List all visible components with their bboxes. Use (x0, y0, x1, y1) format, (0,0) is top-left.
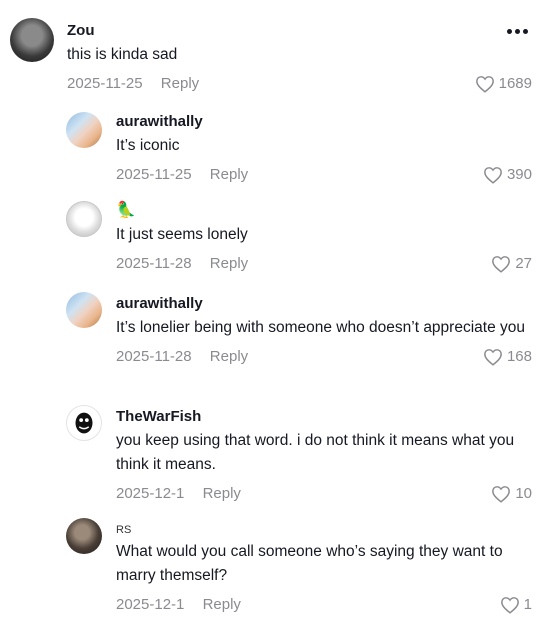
like-count: 10 (515, 485, 532, 502)
like-button[interactable]: 1689 (475, 74, 532, 94)
heart-outline-icon (500, 597, 519, 614)
comment-meta: 2025-11-25 Reply 1689 (67, 74, 532, 94)
avatar[interactable] (10, 18, 54, 62)
reply-button[interactable]: Reply (203, 484, 241, 504)
like-count: 1 (523, 596, 532, 613)
like-count: 168 (506, 348, 532, 365)
like-count: 390 (506, 166, 532, 183)
comment-username[interactable]: TheWarFish (116, 408, 530, 426)
like-button[interactable]: 1 (500, 595, 532, 615)
comment-meta: 2025-11-25 Reply 390 (116, 165, 532, 185)
comment-meta: 2025-11-28 Reply 27 (116, 254, 532, 274)
more-horizontal-icon[interactable] (507, 29, 528, 34)
comment-date: 2025-11-25 (116, 166, 192, 183)
reply-item: aurawithally It’s lonelier being with so… (0, 292, 540, 387)
reply-button[interactable]: Reply (210, 254, 248, 274)
reply-button[interactable]: Reply (210, 347, 248, 367)
comment-text: you keep using that word. i do not think… (116, 432, 515, 473)
comment-date: 2025-11-28 (116, 348, 192, 365)
reply-item: aurawithally It’s iconic 2025-11-25 Repl… (0, 110, 540, 185)
avatar[interactable] (66, 292, 102, 328)
like-button[interactable]: 27 (491, 254, 532, 274)
comment-date: 2025-11-25 (67, 75, 143, 92)
like-count: 27 (515, 255, 532, 272)
comment-text: It just seems lonely (116, 226, 248, 243)
comment-username[interactable]: 🦜 (116, 202, 530, 220)
comment-meta: 2025-11-28 Reply 168 (116, 347, 532, 367)
heart-outline-icon (492, 486, 511, 503)
heart-outline-icon (475, 76, 494, 93)
comment-item: Zou this is kinda sad 2025-11-25 Reply 1… (0, 18, 540, 98)
comment-text: What would you call someone who’s saying… (116, 543, 503, 584)
avatar[interactable] (66, 405, 102, 441)
fish-avatar-icon (75, 412, 93, 434)
avatar[interactable] (66, 112, 102, 148)
avatar[interactable] (66, 518, 102, 554)
comment-username[interactable]: Zou (67, 22, 530, 40)
reply-item: 🦜 It just seems lonely 2025-11-28 Reply … (0, 201, 540, 276)
comment-text: It’s lonelier being with someone who doe… (116, 319, 525, 336)
comment-date: 2025-12-1 (116, 596, 185, 613)
comment-text: this is kinda sad (67, 46, 178, 63)
like-count: 1689 (498, 75, 532, 92)
like-button[interactable]: 168 (483, 347, 532, 367)
comment-date: 2025-11-28 (116, 255, 192, 272)
heart-outline-icon (492, 256, 511, 273)
avatar[interactable] (66, 201, 102, 237)
reply-item: RS What would you call someone who’s say… (0, 518, 540, 618)
heart-outline-icon (484, 167, 502, 184)
comment-username[interactable]: aurawithally (116, 113, 530, 131)
reply-button[interactable]: Reply (210, 165, 248, 185)
reply-button[interactable]: Reply (203, 595, 241, 615)
like-button[interactable]: 390 (483, 165, 532, 185)
comment-username[interactable]: aurawithally (116, 295, 530, 313)
reply-item: TheWarFish you keep using that word. i d… (0, 405, 540, 503)
comment-username[interactable]: RS (116, 524, 530, 537)
comment-meta: 2025-12-1 Reply 10 (116, 484, 532, 504)
heart-outline-icon (484, 349, 502, 366)
comment-meta: 2025-12-1 Reply 1 (116, 595, 532, 615)
comment-date: 2025-12-1 (116, 485, 185, 502)
comment-text: It’s iconic (116, 137, 180, 154)
like-button[interactable]: 10 (491, 484, 532, 504)
reply-button[interactable]: Reply (161, 74, 199, 94)
